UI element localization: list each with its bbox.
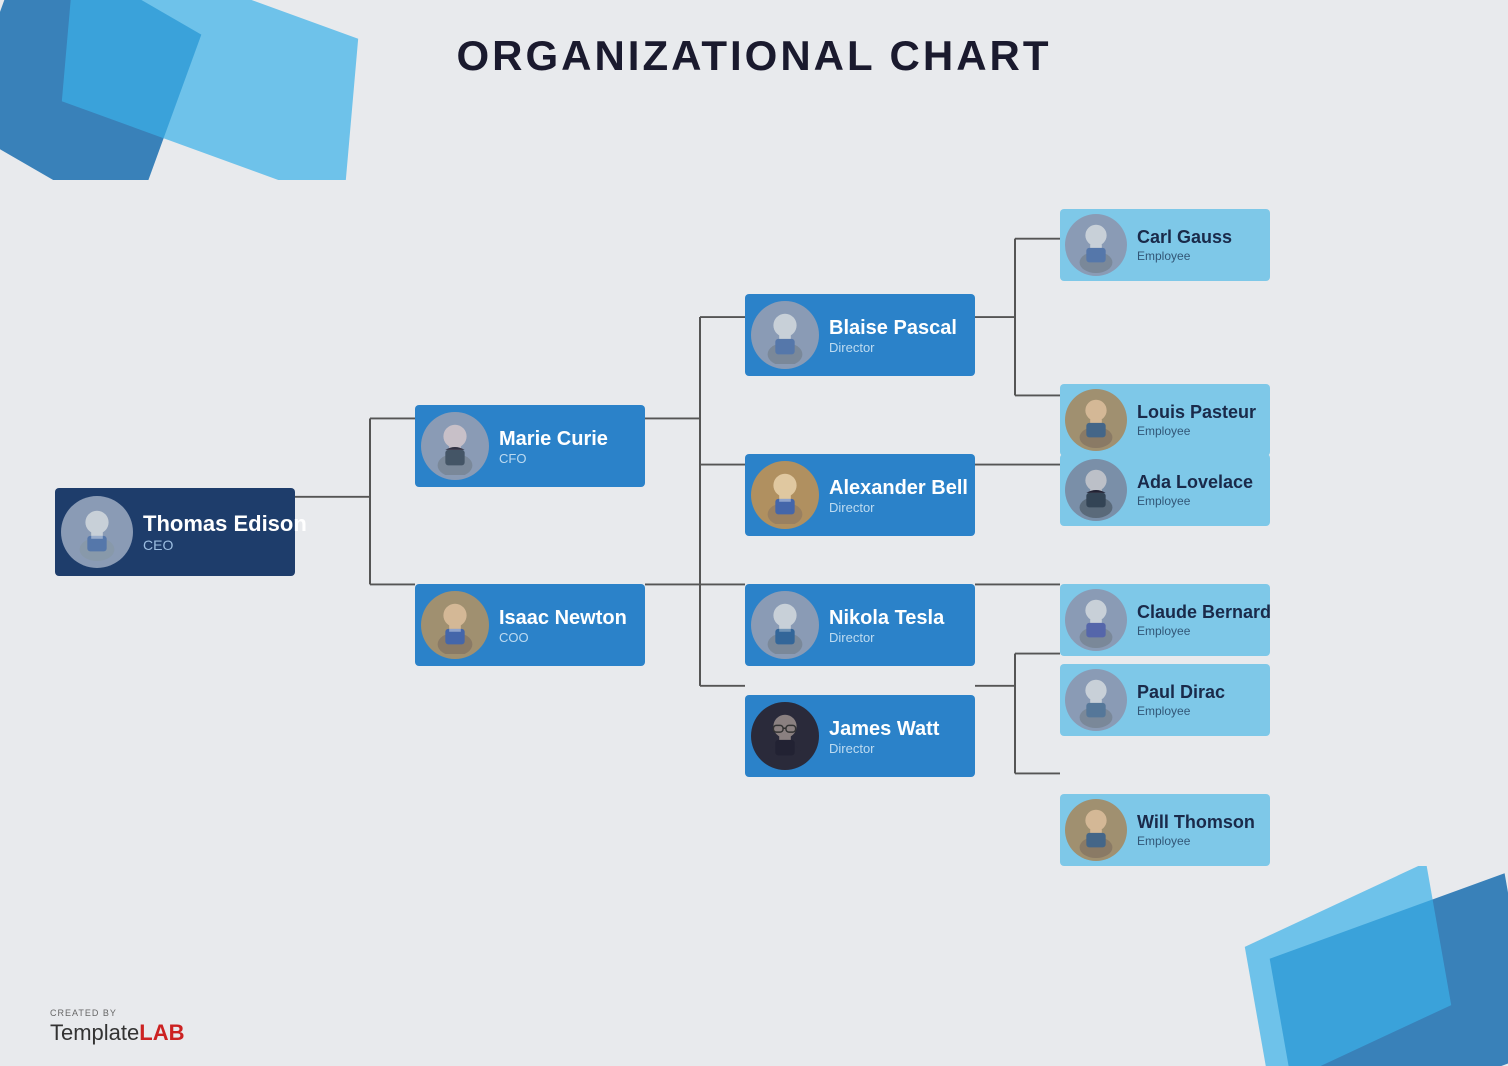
employee2-text: Louis Pasteur Employee xyxy=(1137,402,1256,438)
director1-node: Blaise Pascal Director xyxy=(745,294,975,376)
employee1-avatar xyxy=(1065,214,1127,276)
lab-text: LAB xyxy=(139,1020,184,1045)
template-text: Template xyxy=(50,1020,139,1045)
employee4-avatar-icon xyxy=(1067,591,1125,649)
director2-name: Alexander Bell xyxy=(829,476,968,500)
employee4-text: Claude Bernard Employee xyxy=(1137,602,1271,638)
director3-title: Director xyxy=(829,630,944,645)
employee6-name: Will Thomson xyxy=(1137,812,1255,834)
employee3-avatar-icon xyxy=(1067,461,1125,519)
employee6-node: Will Thomson Employee xyxy=(1060,794,1270,866)
director3-node: Nikola Tesla Director xyxy=(745,584,975,666)
employee1-text: Carl Gauss Employee xyxy=(1137,227,1232,263)
employee2-title: Employee xyxy=(1137,424,1256,438)
director1-title: Director xyxy=(829,340,957,355)
employee2-name: Louis Pasteur xyxy=(1137,402,1256,424)
employee1-name: Carl Gauss xyxy=(1137,227,1232,249)
employee1-title: Employee xyxy=(1137,249,1232,263)
director4-node: James Watt Director xyxy=(745,695,975,777)
director3-avatar-icon xyxy=(756,596,814,654)
ceo-text: Thomas Edison CEO xyxy=(143,511,307,553)
ceo-avatar-icon xyxy=(68,503,126,561)
director3-name: Nikola Tesla xyxy=(829,606,944,630)
employee4-avatar xyxy=(1065,589,1127,651)
employee3-avatar xyxy=(1065,459,1127,521)
employee5-name: Paul Dirac xyxy=(1137,682,1225,704)
cfo-text: Marie Curie CFO xyxy=(499,427,608,466)
director2-text: Alexander Bell Director xyxy=(829,476,968,515)
director1-avatar xyxy=(751,301,819,369)
employee1-node: Carl Gauss Employee xyxy=(1060,209,1270,281)
cfo-node: Marie Curie CFO xyxy=(415,405,645,487)
coo-node: Isaac Newton COO xyxy=(415,584,645,666)
employee5-node: Paul Dirac Employee xyxy=(1060,664,1270,736)
employee5-text: Paul Dirac Employee xyxy=(1137,682,1225,718)
director1-text: Blaise Pascal Director xyxy=(829,316,957,355)
employee3-name: Ada Lovelace xyxy=(1137,472,1253,494)
cfo-avatar-icon xyxy=(426,417,484,475)
page-title: ORGANIZATIONAL CHART xyxy=(0,32,1508,80)
director3-avatar xyxy=(751,591,819,659)
director2-avatar xyxy=(751,461,819,529)
created-by-text: CREATED BY xyxy=(50,1008,185,1018)
employee3-node: Ada Lovelace Employee xyxy=(1060,454,1270,526)
ceo-title: CEO xyxy=(143,537,307,553)
director2-node: Alexander Bell Director xyxy=(745,454,975,536)
employee6-avatar xyxy=(1065,799,1127,861)
director2-avatar-icon xyxy=(756,466,814,524)
cfo-title: CFO xyxy=(499,451,608,466)
cfo-avatar xyxy=(421,412,489,480)
director1-avatar-icon xyxy=(756,306,814,364)
employee5-avatar xyxy=(1065,669,1127,731)
employee2-avatar xyxy=(1065,389,1127,451)
employee4-title: Employee xyxy=(1137,624,1271,638)
employee4-node: Claude Bernard Employee xyxy=(1060,584,1270,656)
director4-title: Director xyxy=(829,741,939,756)
coo-avatar-icon xyxy=(426,596,484,654)
director3-text: Nikola Tesla Director xyxy=(829,606,944,645)
director4-text: James Watt Director xyxy=(829,717,939,756)
coo-title: COO xyxy=(499,630,627,645)
cfo-name: Marie Curie xyxy=(499,427,608,451)
ceo-node: Thomas Edison CEO xyxy=(55,488,295,576)
employee4-name: Claude Bernard xyxy=(1137,602,1271,624)
ceo-avatar xyxy=(61,496,133,568)
director1-name: Blaise Pascal xyxy=(829,316,957,340)
employee6-title: Employee xyxy=(1137,834,1255,848)
director4-avatar xyxy=(751,702,819,770)
director4-name: James Watt xyxy=(829,717,939,741)
employee5-avatar-icon xyxy=(1067,671,1125,729)
director2-title: Director xyxy=(829,500,968,515)
employee3-text: Ada Lovelace Employee xyxy=(1137,472,1253,508)
employee2-node: Louis Pasteur Employee xyxy=(1060,384,1270,456)
coo-name: Isaac Newton xyxy=(499,606,627,630)
ceo-name: Thomas Edison xyxy=(143,511,307,537)
org-chart: Thomas Edison CEO Marie Curie CFO Isaac … xyxy=(0,105,1508,991)
employee1-avatar-icon xyxy=(1067,216,1125,274)
employee6-avatar-icon xyxy=(1067,801,1125,859)
coo-avatar xyxy=(421,591,489,659)
employee5-title: Employee xyxy=(1137,704,1225,718)
watermark: CREATED BY TemplateLAB xyxy=(50,1008,185,1046)
employee3-title: Employee xyxy=(1137,494,1253,508)
employee6-text: Will Thomson Employee xyxy=(1137,812,1255,848)
employee2-avatar-icon xyxy=(1067,391,1125,449)
coo-text: Isaac Newton COO xyxy=(499,606,627,645)
director4-avatar-icon xyxy=(756,707,814,765)
